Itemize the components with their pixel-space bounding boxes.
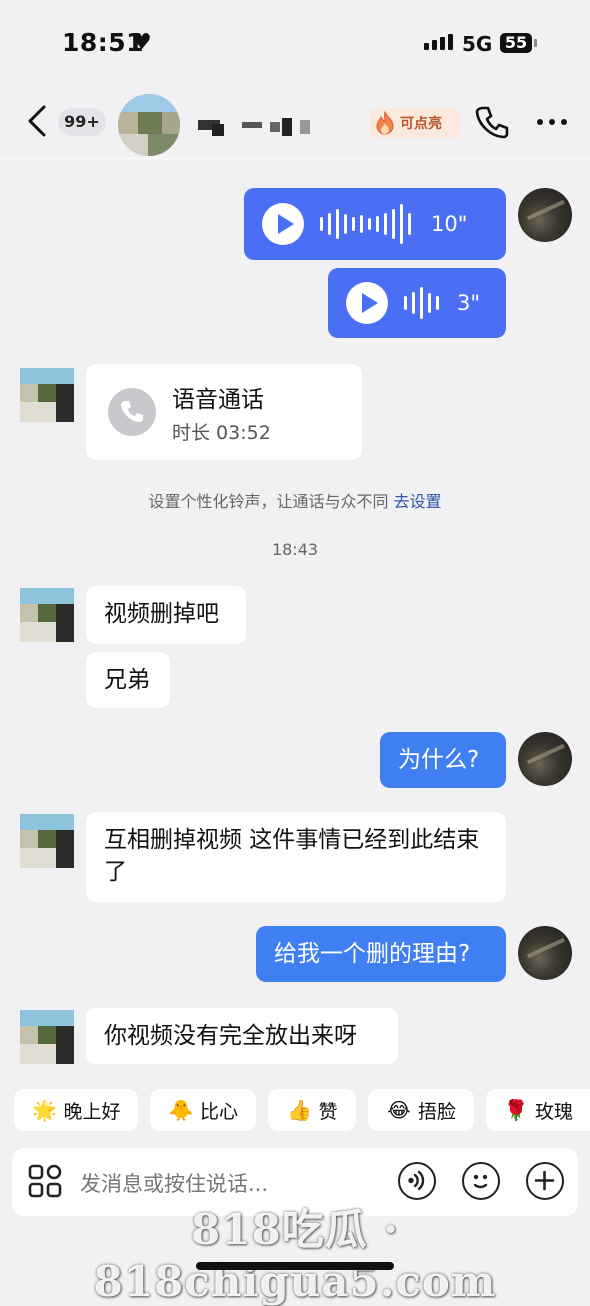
quick-reply-facepalm[interactable]: 😂 捂脸 [368,1089,474,1131]
play-icon[interactable] [346,282,388,324]
quick-reply-like[interactable]: 👍 赞 [268,1089,356,1131]
thumbs-up-icon: 👍 [287,1098,312,1122]
contact-avatar[interactable] [20,814,74,868]
play-icon[interactable] [262,203,304,245]
waveform-icon [320,204,411,244]
heart-icon: ♥ [132,30,152,55]
voice-duration: 3" [457,291,481,315]
contact-avatar[interactable] [20,368,74,422]
contact-avatar[interactable] [20,588,74,642]
rose-icon: 🌹 [503,1098,529,1122]
phone-call-icon[interactable] [474,104,510,140]
network-type: 5G [462,32,493,56]
add-icon[interactable] [526,1162,564,1200]
apps-grid-icon[interactable] [28,1164,62,1198]
my-avatar[interactable] [518,732,572,786]
quick-reply-label: 捂脸 [417,1100,456,1123]
quick-reply-rose[interactable]: 🌹 玫瑰 [486,1089,590,1131]
contact-avatar[interactable] [20,1010,74,1064]
battery-icon: 55 [500,33,537,53]
system-tip-text: 设置个性化铃声，让通话与众不同 [148,492,389,511]
unread-badge[interactable]: 99+ [58,108,106,136]
voice-message[interactable]: 10" [244,188,506,260]
flame-icon [374,110,396,135]
phone-icon [108,388,156,436]
quick-reply-label: 比心 [199,1100,238,1123]
message-timestamp: 18:43 [271,540,319,559]
call-record-card[interactable]: 语音通话 时长 03:52 [86,364,362,460]
message-input[interactable]: 发消息或按住说话... [80,1168,268,1198]
call-duration: 时长 03:52 [172,422,271,444]
spark-label: 可点亮 [400,116,442,132]
message-bubble[interactable]: 互相删掉视频 这件事情已经到此结束了 [86,812,506,902]
quick-reply-heart-hands[interactable]: 🐥 比心 [150,1089,256,1131]
settings-link[interactable]: 去设置 [394,492,442,511]
contact-name-blurred [198,118,328,136]
quick-reply-label: 赞 [318,1100,338,1123]
quick-reply-label: 玫瑰 [534,1100,573,1123]
quick-reply-good-evening[interactable]: 🌟 晚上好 [14,1089,138,1131]
star-face-icon: 🌟 [32,1098,57,1122]
home-indicator [196,1262,394,1270]
message-bubble[interactable]: 兄弟 [86,652,170,708]
system-tip: 设置个性化铃声，让通话与众不同 去设置 [0,488,590,512]
watermark: 818吃瓜 · 818chigua5.com [93,1205,497,1306]
voice-input-icon[interactable] [398,1162,436,1200]
signal-icon [424,34,453,50]
heart-hands-icon: 🐥 [168,1098,194,1122]
waveform-icon [404,287,439,319]
message-bubble[interactable]: 给我一个删的理由? [256,926,506,982]
message-bubble[interactable]: 为什么? [380,732,506,788]
emoji-icon[interactable] [462,1162,500,1200]
voice-duration: 10" [431,212,468,236]
quick-reply-label: 晚上好 [63,1100,121,1123]
back-icon[interactable] [26,104,48,138]
header-divider [0,157,590,161]
message-bubble[interactable]: 视频删掉吧 [86,586,246,644]
message-bubble[interactable]: 你视频没有完全放出来呀 [86,1008,398,1064]
voice-message[interactable]: 3" [328,268,506,338]
spark-badge[interactable]: 可点亮 [370,108,460,138]
contact-avatar[interactable] [118,94,180,156]
facepalm-icon: 😂 [387,1098,411,1122]
my-avatar[interactable] [518,926,572,980]
my-avatar[interactable] [518,188,572,242]
more-options-icon[interactable] [534,104,570,140]
call-title: 语音通话 [172,387,264,413]
